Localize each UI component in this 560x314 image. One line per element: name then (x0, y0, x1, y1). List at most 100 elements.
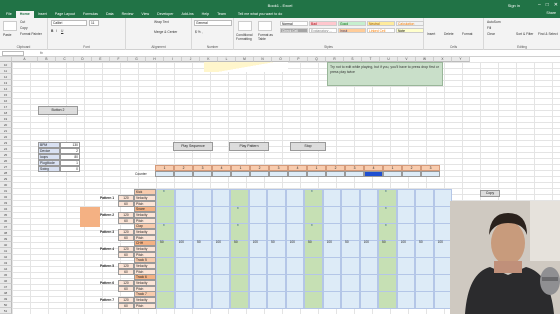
step-cell[interactable] (193, 189, 212, 207)
cut-button[interactable]: Cut (20, 20, 25, 24)
step-cell[interactable] (378, 223, 397, 241)
font-size-select[interactable]: 11 (89, 20, 99, 26)
conditional-formatting-button[interactable]: Conditional Formatting (236, 33, 258, 41)
minimize-icon[interactable]: – (538, 2, 541, 8)
cell-style-good[interactable]: Good (338, 21, 366, 26)
step-cell[interactable] (267, 240, 286, 258)
tab-review[interactable]: Review (118, 11, 138, 18)
step-cell[interactable] (359, 206, 378, 224)
autosum-button[interactable]: AutoSum (487, 20, 501, 24)
step-cell[interactable] (211, 257, 230, 275)
tab-home[interactable]: Home (15, 11, 34, 18)
tab-add-ins[interactable]: Add-ins (177, 11, 197, 18)
step-cell[interactable] (341, 257, 360, 275)
name-box[interactable] (2, 51, 24, 56)
step-cell[interactable] (211, 223, 230, 241)
step-cell[interactable] (193, 274, 212, 292)
tab-developer[interactable]: Developer (153, 11, 177, 18)
maximize-icon[interactable]: □ (546, 2, 549, 8)
tab-data[interactable]: Data (102, 11, 118, 18)
setting-value[interactable]: 0 (60, 166, 80, 172)
step-cell[interactable] (341, 189, 360, 207)
step-cell[interactable] (193, 240, 212, 258)
step-cell[interactable] (304, 291, 323, 309)
pattern-pitch-value[interactable]: 60 (118, 235, 134, 241)
fx-icon[interactable]: fx (40, 51, 43, 55)
step-cell[interactable] (322, 257, 341, 275)
step-cell[interactable] (396, 274, 415, 292)
step-cell[interactable] (359, 189, 378, 207)
pattern-pitch-value[interactable]: 60 (118, 286, 134, 292)
conditional-formatting-icon[interactable] (238, 21, 252, 31)
tab-insert[interactable]: Insert (34, 11, 51, 18)
step-cell[interactable] (230, 274, 249, 292)
fill-button[interactable]: Fill (487, 26, 491, 30)
pattern-name[interactable]: Pattern 3 (100, 230, 114, 235)
step-cell[interactable] (341, 223, 360, 241)
step-cell[interactable] (211, 206, 230, 224)
step-cell[interactable] (285, 274, 304, 292)
step-cell[interactable] (174, 257, 193, 275)
pattern-name[interactable]: Pattern 2 (100, 213, 114, 218)
step-cell[interactable] (248, 274, 267, 292)
step-cell[interactable] (396, 206, 415, 224)
bold-button[interactable]: B (51, 29, 53, 33)
step-cell[interactable] (193, 291, 212, 309)
step-cell[interactable] (359, 257, 378, 275)
step-cell[interactable] (285, 206, 304, 224)
step-cell[interactable] (378, 274, 397, 292)
font-name-select[interactable]: Calibri (51, 20, 87, 26)
step-cell[interactable] (304, 257, 323, 275)
step-cell[interactable] (248, 257, 267, 275)
sort-filter-button[interactable]: Sort & Filter (516, 32, 533, 36)
cell-style-linked-cell[interactable]: Linked Cell (367, 28, 395, 33)
italic-button[interactable]: I (56, 29, 57, 33)
step-cell[interactable] (378, 257, 397, 275)
step-cell[interactable] (322, 291, 341, 309)
step-cell[interactable] (248, 223, 267, 241)
copy-button-sheet[interactable]: Copy (480, 190, 500, 197)
step-cell[interactable] (211, 274, 230, 292)
step-cell[interactable] (174, 291, 193, 309)
insert-cells-button[interactable]: Insert (427, 32, 435, 36)
play-pattern-button[interactable]: Play Pattern (229, 142, 269, 151)
step-cell[interactable] (248, 189, 267, 207)
step-cell[interactable] (415, 291, 434, 309)
number-format-select[interactable]: General (194, 20, 232, 26)
step-cell[interactable] (396, 257, 415, 275)
tab-view[interactable]: View (137, 11, 153, 18)
cell-style-normal[interactable]: Normal (280, 21, 308, 26)
step-cell[interactable] (267, 257, 286, 275)
step-cell[interactable] (359, 291, 378, 309)
tab-team[interactable]: Team (213, 11, 230, 18)
step-cell[interactable] (230, 257, 249, 275)
format-as-table-button[interactable]: Format as Table (258, 33, 276, 41)
row-header[interactable]: 51 (0, 308, 12, 314)
step-cell[interactable] (174, 206, 193, 224)
step-cell[interactable] (174, 223, 193, 241)
delete-cells-button[interactable]: Delete (444, 32, 454, 36)
format-painter-button[interactable]: Format Painter (20, 32, 42, 36)
step-cell[interactable] (230, 223, 249, 241)
format-cells-button[interactable]: Format (462, 32, 472, 36)
step-cell[interactable] (322, 274, 341, 292)
tab-formulas[interactable]: Formulas (79, 11, 102, 18)
find-select-button[interactable]: Find & Select (538, 32, 558, 36)
step-cell[interactable] (156, 189, 175, 207)
play-sequence-button[interactable]: Play Sequence (173, 142, 213, 151)
pattern-pitch-value[interactable]: 60 (118, 269, 134, 275)
step-cell[interactable] (359, 223, 378, 241)
step-cell[interactable] (156, 206, 175, 224)
step-cell[interactable] (378, 291, 397, 309)
pattern-name[interactable]: Pattern 1 (100, 196, 114, 201)
step-cell[interactable] (248, 291, 267, 309)
format-table-icon[interactable] (258, 21, 272, 31)
tell-me-search[interactable]: Tell me what you want to do (238, 11, 282, 18)
step-cell[interactable] (267, 223, 286, 241)
step-cell[interactable] (415, 274, 434, 292)
step-cell[interactable] (378, 240, 397, 258)
step-cell[interactable] (285, 189, 304, 207)
step-cell[interactable] (304, 189, 323, 207)
step-cell[interactable] (415, 206, 434, 224)
cell-style-note[interactable]: Note (396, 28, 424, 33)
